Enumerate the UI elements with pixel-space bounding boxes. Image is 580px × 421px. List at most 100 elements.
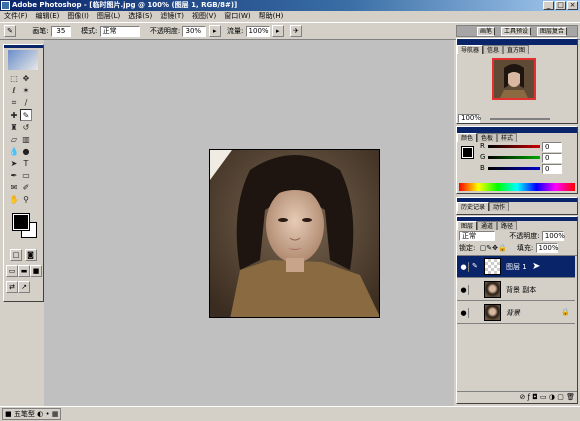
tab-history[interactable]: 历史记录 (457, 202, 490, 211)
mode-select[interactable]: 正常 (99, 25, 140, 37)
link-layers-icon[interactable]: ⊘ (519, 393, 525, 401)
layer-name[interactable]: 背景 (506, 308, 520, 318)
new-set-icon[interactable]: ▭ (540, 393, 547, 401)
adjustment-layer-icon[interactable]: ◑ (549, 393, 555, 401)
blend-mode-select[interactable]: 正常 (459, 231, 495, 241)
layer-row-bg-copy[interactable]: ● 背景 副本 (457, 279, 575, 301)
tab-layers[interactable]: 图层 (457, 221, 478, 230)
ime-punct-icon[interactable]: • (45, 410, 49, 418)
shape-tool-icon[interactable]: ▭ (20, 170, 32, 182)
marquee-tool-icon[interactable]: ⬚ (8, 73, 20, 85)
gradient-tool-icon[interactable]: ▥ (20, 134, 32, 146)
layer-row-background[interactable]: ● 背景 🔒 (457, 302, 575, 324)
tab-swatches[interactable]: 色板 (477, 133, 498, 142)
adobe-online-icon[interactable] (8, 50, 38, 70)
well-tab-tool-presets[interactable]: 工具预设 (501, 27, 532, 36)
screen-mode-full-icon[interactable]: ■ (30, 265, 42, 277)
menu-window[interactable]: 窗口(W) (220, 12, 254, 20)
type-tool-icon[interactable]: T (20, 158, 32, 170)
toolbox-titlebar[interactable] (4, 45, 43, 48)
brush-icon[interactable]: ✎ (4, 25, 16, 37)
trash-icon[interactable]: 🗑 (566, 393, 575, 401)
pen-tool-icon[interactable]: ✒ (8, 170, 20, 182)
move-tool-icon[interactable]: ✥ (20, 73, 32, 85)
navigator-zoom-slider[interactable] (489, 117, 550, 120)
zoom-tool-icon[interactable]: ⚲ (20, 194, 32, 206)
ime-indicator[interactable]: ■ 五笔型 ◐ • ▦ (2, 408, 62, 420)
jump-to-imageready-icon[interactable]: ⇄ (6, 281, 18, 293)
layer-name[interactable]: 背景 副本 (506, 285, 536, 295)
flow-input[interactable]: 100% (245, 25, 270, 37)
well-tab-brushes[interactable]: 画笔 (477, 27, 496, 36)
hand-tool-icon[interactable]: ✋ (8, 194, 20, 206)
brush-tool-icon[interactable]: ✎ (20, 109, 32, 121)
tab-paths[interactable]: 路径 (497, 221, 518, 230)
document-canvas[interactable] (209, 149, 380, 318)
tab-actions[interactable]: 动作 (489, 202, 510, 211)
color-r-input[interactable]: 0 (542, 142, 562, 152)
color-r-bar[interactable] (488, 145, 540, 148)
color-g-input[interactable]: 0 (542, 153, 562, 163)
eyedropper-tool-icon[interactable]: ✐ (20, 182, 32, 194)
path-select-tool-icon[interactable]: ➤ (8, 158, 20, 170)
slice-tool-icon[interactable]: ∕ (20, 97, 32, 109)
tab-channels[interactable]: 通道 (477, 221, 498, 230)
layer-row-layer1[interactable]: ● ✎ 图层 1 ➤ (457, 256, 575, 278)
menu-layer[interactable]: 图层(L) (93, 12, 124, 20)
opacity-input[interactable]: 30% (182, 25, 207, 37)
eye-icon[interactable]: ● (459, 308, 469, 318)
maximize-icon[interactable]: □ (555, 1, 566, 10)
navigator-zoom-input[interactable]: 100% (458, 114, 481, 123)
opacity-dropdown-icon[interactable]: ▸ (208, 25, 221, 37)
layer-opacity-input[interactable]: 100% (541, 231, 565, 241)
layer-name[interactable]: 图层 1 (506, 262, 527, 272)
fill-input[interactable]: 100% (535, 243, 559, 253)
ime-keyboard-icon[interactable]: ▦ (52, 410, 59, 418)
color-b-bar[interactable] (488, 167, 540, 170)
menu-view[interactable]: 视图(V) (188, 12, 220, 20)
color-b-input[interactable]: 0 (542, 164, 562, 174)
history-brush-tool-icon[interactable]: ↺ (20, 122, 32, 134)
lock-icon[interactable]: 🔒 (498, 244, 507, 252)
new-layer-icon[interactable]: ▢ (557, 393, 564, 401)
flow-dropdown-icon[interactable]: ▸ (271, 25, 284, 37)
navigator-thumbnail[interactable] (492, 58, 536, 100)
notes-tool-icon[interactable]: ✉ (8, 182, 20, 194)
screen-mode-standard-icon[interactable]: ▭ (6, 265, 18, 277)
color-g-bar[interactable] (488, 156, 540, 159)
dodge-tool-icon[interactable]: ● (20, 146, 32, 158)
layer-mask-icon[interactable]: ◘ (532, 393, 538, 401)
standard-mode-icon[interactable]: □ (10, 249, 22, 261)
menu-filter[interactable]: 滤镜(T) (156, 12, 188, 20)
close-icon[interactable]: × (567, 1, 578, 10)
minimize-icon[interactable]: _ (543, 1, 554, 10)
well-tab-layer-comps[interactable]: 图层复合 (537, 27, 568, 36)
tab-info[interactable]: 信息 (483, 45, 504, 54)
crop-tool-icon[interactable]: ⌗ (8, 97, 20, 109)
eraser-tool-icon[interactable]: ▱ (8, 134, 20, 146)
quick-mask-icon[interactable]: ◙ (24, 249, 37, 261)
brush-size-picker[interactable]: 35 (50, 25, 71, 37)
menu-file[interactable]: 文件(F) (0, 12, 32, 20)
eye-icon[interactable]: ● (459, 262, 469, 272)
eye-icon[interactable]: ● (459, 285, 469, 295)
menu-image[interactable]: 图像(I) (63, 12, 93, 20)
ime-halfwidth-icon[interactable]: ◐ (37, 410, 43, 418)
healing-brush-tool-icon[interactable]: ✚ (8, 110, 20, 122)
airbrush-icon[interactable]: ✈ (290, 25, 303, 37)
tab-styles[interactable]: 样式 (497, 133, 518, 142)
lasso-tool-icon[interactable]: ℓ (8, 85, 20, 97)
color-spectrum-ramp[interactable] (459, 183, 575, 191)
tab-color[interactable]: 颜色 (457, 133, 478, 142)
blur-tool-icon[interactable]: 💧 (8, 146, 20, 158)
ime-lang-icon[interactable]: ■ (5, 410, 12, 418)
menu-select[interactable]: 选择(S) (124, 12, 156, 20)
clone-stamp-tool-icon[interactable]: ♜ (8, 122, 20, 134)
color-fg-swatch[interactable] (461, 146, 474, 159)
screen-mode-full-menu-icon[interactable]: ▬ (18, 265, 30, 277)
edit-in-imageready-icon[interactable]: ↗ (18, 281, 30, 293)
layer-style-icon[interactable]: ƒ (528, 393, 530, 401)
menu-help[interactable]: 帮助(H) (255, 12, 288, 20)
tab-histogram[interactable]: 直方图 (503, 45, 530, 54)
menu-edit[interactable]: 编辑(E) (32, 12, 64, 20)
